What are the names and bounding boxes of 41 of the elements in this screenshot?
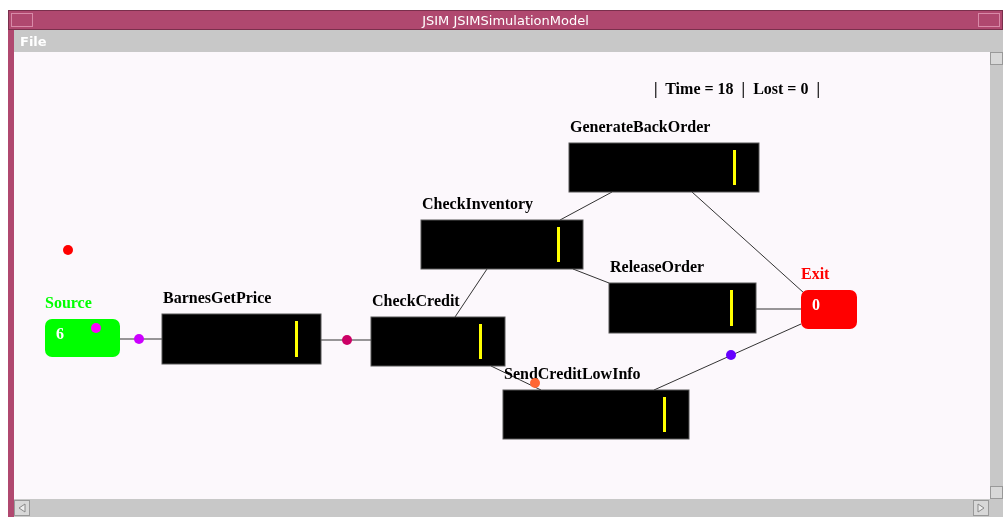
sink-node[interactable] [801,290,857,329]
scroll-up-button[interactable] [990,52,1003,65]
queue-bar [479,324,482,359]
left-arrow-icon [18,503,26,513]
source-node[interactable] [45,319,120,357]
status-text: | Time = 18 | Lost = 0 | [654,80,820,97]
server-node[interactable] [161,313,322,365]
connector-line [320,339,372,341]
server-node[interactable] [370,316,506,367]
queue-bar [733,150,736,185]
right-arrow-icon [977,503,985,513]
node-label: Exit [801,265,830,282]
server-node[interactable] [420,219,584,270]
connector-line [559,191,613,221]
node-label: BarnesGetPrice [163,289,272,306]
node-label: SendCreditLowInfo [504,365,641,382]
node-label: Source [45,294,92,311]
window-title: JSIM JSIMSimulationModel [422,12,589,28]
server-node[interactable] [608,282,757,334]
horizontal-scrollbar[interactable] [8,499,1003,517]
window-menu-button[interactable] [11,13,33,27]
connector-line [572,268,610,284]
node-label: CheckCredit [372,292,460,309]
server-node[interactable] [568,142,760,193]
queue-bar [295,321,298,357]
count-text: 0 [812,296,820,313]
scroll-down-button[interactable] [990,486,1003,499]
node-label: CheckInventory [422,195,534,212]
vertical-scrollbar[interactable] [990,52,1003,499]
scroll-left-button[interactable] [14,500,30,516]
queue-bar [730,290,733,326]
node-label: ReleaseOrder [610,258,705,275]
queue-bar [663,397,666,432]
node-label: GenerateBackOrder [570,118,711,135]
scroll-right-button[interactable] [973,500,989,516]
server-node[interactable] [502,389,690,440]
queue-bar [557,227,560,262]
minimize-button[interactable] [978,13,1000,27]
count-text: 6 [56,325,64,342]
connector-line [755,308,802,310]
connector-line [119,338,163,340]
